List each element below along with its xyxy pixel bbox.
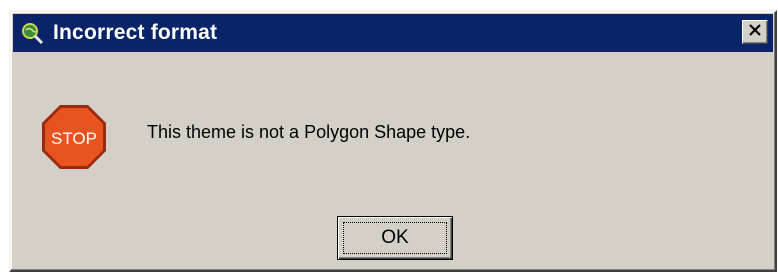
ok-button[interactable]: OK bbox=[337, 216, 453, 260]
ok-button-label: OK bbox=[381, 227, 409, 248]
window-title: Incorrect format bbox=[53, 21, 218, 44]
stop-sign-text: STOP bbox=[51, 129, 97, 148]
stop-sign-icon: STOP bbox=[39, 102, 109, 172]
close-icon bbox=[748, 23, 762, 41]
error-message: This theme is not a Polygon Shape type. bbox=[147, 122, 471, 142]
title-bar[interactable]: Incorrect format bbox=[13, 14, 773, 52]
close-button[interactable] bbox=[742, 20, 768, 44]
magnifier-globe-icon bbox=[19, 20, 45, 46]
error-dialog: Incorrect format STOP This theme is not … bbox=[9, 10, 777, 272]
